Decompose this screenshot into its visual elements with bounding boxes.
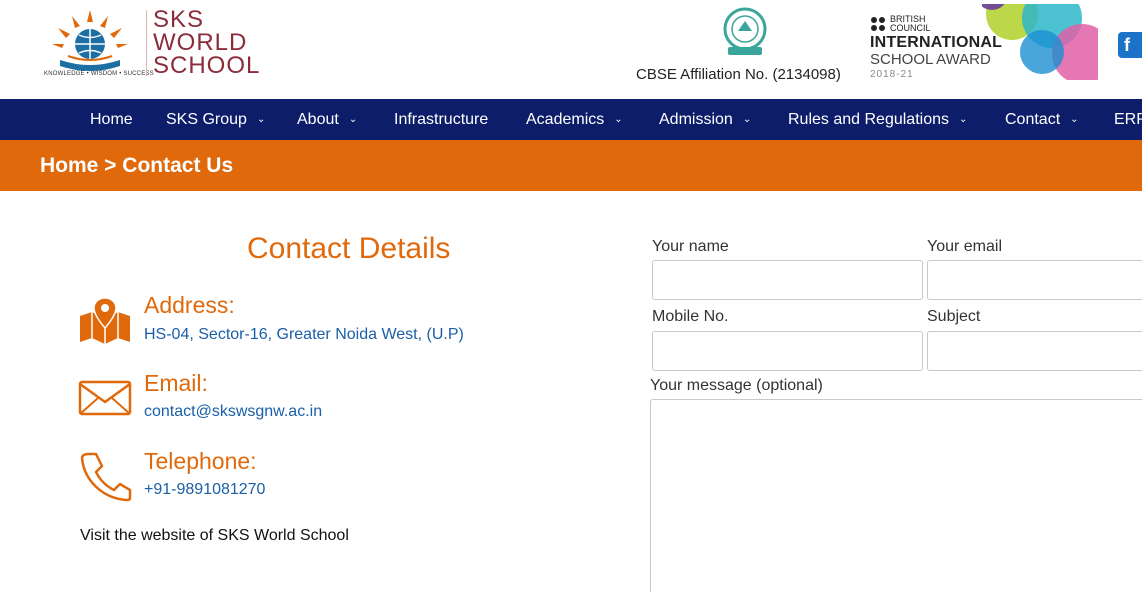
logo-line-1: SKS <box>153 6 205 33</box>
subject-field-label: Subject <box>927 308 981 325</box>
cbse-affiliation-text: CBSE Affiliation No. (2134098) <box>636 66 841 83</box>
chevron-down-icon: ⌄ <box>348 114 358 125</box>
chevron-down-icon: ⌄ <box>742 114 752 125</box>
logo-line-2: WORLD <box>153 29 248 56</box>
breadcrumb[interactable]: Home > Contact Us <box>40 140 233 191</box>
chevron-down-icon: ⌄ <box>614 114 623 125</box>
mobile-field-label: Mobile No. <box>652 308 729 325</box>
school-name-logo: SKS WORLD SCHOOL <box>153 6 261 79</box>
british-council-name: BRITISH COUNCIL <box>890 15 931 33</box>
bc-org-line-2: COUNCIL <box>890 23 931 33</box>
nav-item-label: Home <box>90 111 133 128</box>
nav-item-sks-group[interactable]: SKS Group ⌄ <box>166 99 265 140</box>
british-council-dots-logo <box>871 17 885 31</box>
nav-item-label: SKS Group <box>166 111 247 128</box>
nav-item-label: Contact <box>1005 111 1061 128</box>
nav-item-academics[interactable]: Academics ⌄ <box>526 99 623 140</box>
email-field-label: Your email <box>927 238 1003 255</box>
nav-item-label: Admission <box>659 111 733 128</box>
message-textarea[interactable] <box>650 399 1142 592</box>
visit-website-text: Visit the website of SKS World School <box>80 527 349 544</box>
site-header: KNOWLEDGE • WISDOM • SUCCESS SKS WORLD S… <box>0 0 1142 99</box>
breadcrumb-bar: Home > Contact Us <box>0 140 1142 191</box>
email-link[interactable]: contact@skswsgnw.ac.in <box>144 403 322 421</box>
nav-item-infrastructure[interactable]: Infrastructure <box>394 99 488 140</box>
envelope-icon <box>78 380 132 416</box>
phone-icon <box>80 452 132 502</box>
nav-item-about[interactable]: About ⌄ <box>297 99 357 140</box>
nav-item-erp[interactable]: ERP <box>1114 99 1142 140</box>
mobile-field[interactable] <box>652 331 923 371</box>
name-field[interactable] <box>652 260 923 300</box>
logo-tagline: KNOWLEDGE • WISDOM • SUCCESS <box>44 71 154 77</box>
logo-divider <box>146 10 147 76</box>
nav-item-contact[interactable]: Contact ⌄ <box>1005 99 1079 140</box>
email-field[interactable] <box>927 260 1142 300</box>
cbse-logo <box>723 7 767 55</box>
subject-field[interactable] <box>927 331 1142 371</box>
address-label: Address: <box>144 292 235 318</box>
chevron-down-icon: ⌄ <box>959 114 968 125</box>
nav-item-admission[interactable]: Admission ⌄ <box>659 99 751 140</box>
award-years: 2018-21 <box>870 69 914 80</box>
address-value: HS-04, Sector-16, Greater Noida West, (U… <box>144 326 464 343</box>
telephone-link[interactable]: +91-9891081270 <box>144 481 265 499</box>
contact-details-heading: Contact Details <box>247 232 451 265</box>
award-decorative-circles <box>982 4 1098 80</box>
facebook-icon[interactable]: f <box>1118 32 1142 58</box>
chevron-down-icon: ⌄ <box>1070 114 1079 125</box>
logo-line-3: SCHOOL <box>153 52 261 79</box>
award-title-line-2: SCHOOL AWARD <box>870 51 991 68</box>
telephone-label: Telephone: <box>144 448 257 474</box>
message-field-label: Your message (optional) <box>650 377 823 394</box>
nav-item-rules-and-regulations[interactable]: Rules and Regulations ⌄ <box>788 99 967 140</box>
nav-item-label: Academics <box>526 111 605 128</box>
name-field-label: Your name <box>652 238 729 255</box>
nav-item-label: Rules and Regulations <box>788 111 949 128</box>
nav-item-label: Infrastructure <box>394 111 489 128</box>
map-pin-icon <box>80 297 130 344</box>
nav-item-label: About <box>297 111 339 128</box>
nav-item-home[interactable]: Home <box>90 99 133 140</box>
main-navigation: Home SKS Group ⌄ About ⌄ Infrastructure Ac… <box>0 99 1142 140</box>
email-label: Email: <box>144 370 208 396</box>
nav-item-label: ERP <box>1114 111 1142 128</box>
chevron-down-icon: ⌄ <box>256 114 266 125</box>
